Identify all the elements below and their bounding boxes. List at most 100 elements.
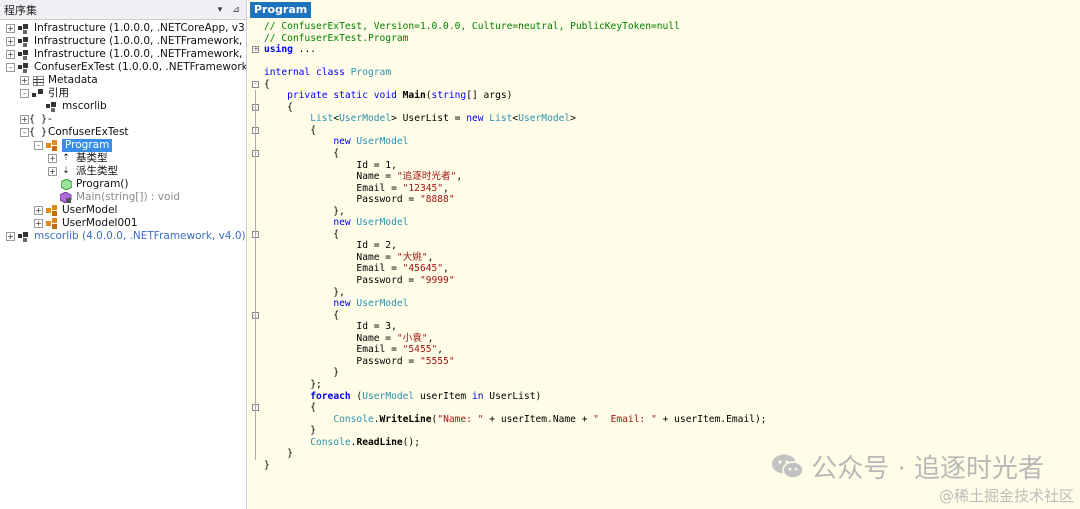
code-line: } bbox=[264, 459, 270, 471]
code-line: Id = 1, bbox=[264, 159, 397, 171]
tree-node-label: 派生类型 bbox=[76, 165, 118, 177]
assembly-explorer-header: 程序集 ▾ ⊿ bbox=[0, 0, 246, 20]
code-line: new UserModel bbox=[333, 217, 409, 229]
tree-node-label: mscorlib bbox=[62, 100, 107, 112]
code-line: Email = "12345", bbox=[264, 182, 449, 194]
tree-node-label: Infrastructure (1.0.0.0, .NETCoreApp, v3… bbox=[34, 22, 247, 34]
tree-node[interactable]: Program() bbox=[48, 178, 129, 191]
code-line: { bbox=[264, 124, 316, 136]
pin-icon[interactable]: ⊿ bbox=[230, 5, 242, 15]
expand-icon bbox=[48, 193, 57, 202]
tree-node-label: ConfuserExTest bbox=[48, 126, 129, 138]
code-line: // ConfuserExTest, Version=1.0.0.0, Cult… bbox=[264, 21, 680, 32]
code-line: Password = "5555" bbox=[264, 355, 455, 367]
code-line: }, bbox=[264, 286, 345, 298]
tab-program[interactable]: Program bbox=[250, 2, 312, 18]
expand-icon[interactable]: + bbox=[48, 167, 57, 176]
code-line: { bbox=[264, 228, 340, 240]
tree-node[interactable]: + UserModel bbox=[34, 204, 117, 217]
tree-node[interactable]: + Infrastructure (1.0.0.0, .NETFramework,… bbox=[6, 35, 246, 48]
code-line: { bbox=[264, 78, 270, 90]
watermark-main: 公众号 · 追逐时光者 bbox=[811, 454, 1044, 484]
code-line: internal class Program bbox=[264, 67, 392, 79]
tree-node[interactable]: + Infrastructure (1.0.0.0, .NETCoreApp, v… bbox=[6, 22, 247, 35]
assembly-explorer-panel: 程序集 ▾ ⊿ + Infrastructure (1.0.0.0, .NETCo… bbox=[0, 0, 247, 509]
tree-node[interactable]: + ⇣ 派生类型 bbox=[48, 165, 118, 178]
namespace-icon: { } bbox=[28, 127, 48, 138]
code-line: Name = "小袁", bbox=[264, 332, 434, 344]
tree-node[interactable]: - 引用 bbox=[20, 87, 69, 100]
expand-icon[interactable]: + bbox=[34, 206, 43, 215]
collapse-icon[interactable]: - bbox=[20, 89, 29, 98]
class-icon bbox=[46, 205, 58, 217]
collapse-region-icon[interactable]: - bbox=[252, 80, 259, 88]
tree-node[interactable]: + UserModel001 bbox=[34, 217, 138, 230]
tree-node[interactable]: - ConfuserExTest (1.0.0.0, .NETFramework,… bbox=[6, 61, 247, 74]
tree-node[interactable]: + Infrastructure (1.0.0.0, .NETFramework,… bbox=[6, 48, 246, 61]
expand-icon bbox=[34, 102, 43, 111]
tree-node[interactable]: +{ } - bbox=[20, 113, 52, 126]
code-line: { bbox=[264, 309, 340, 321]
code-line: Name = "大姚", bbox=[264, 251, 434, 263]
method-static-icon bbox=[60, 192, 72, 204]
tree-node-label: Program() bbox=[76, 178, 129, 190]
code-view-panel: Program +------- // ConfuserExTest, Vers… bbox=[248, 0, 1080, 509]
expand-icon[interactable]: + bbox=[6, 37, 15, 46]
tree-node[interactable]: -{ } ConfuserExTest bbox=[20, 126, 129, 139]
expand-icon bbox=[48, 180, 57, 189]
code-line: Email = "45645", bbox=[264, 263, 449, 275]
tree-node-label: ConfuserExTest (1.0.0.0, .NETFramework, … bbox=[34, 61, 247, 73]
method-icon bbox=[60, 179, 72, 191]
collapse-icon[interactable]: - bbox=[6, 63, 15, 72]
code-line: // ConfuserExTest.Program bbox=[264, 32, 409, 44]
outline-guide-line bbox=[255, 90, 256, 460]
expand-region-icon[interactable]: + bbox=[252, 46, 259, 54]
tree-node[interactable]: mscorlib bbox=[34, 100, 107, 113]
namespace-icon: { } bbox=[28, 114, 48, 125]
tree-node[interactable]: + Metadata bbox=[20, 74, 98, 87]
code-line: Console.ReadLine(); bbox=[310, 436, 420, 448]
code-line: new UserModel bbox=[333, 298, 409, 310]
tree-node[interactable]: Main(string[]) : void bbox=[48, 191, 180, 204]
dropdown-icon[interactable]: ▾ bbox=[214, 5, 226, 15]
code-line: { bbox=[264, 148, 340, 160]
code-editor[interactable]: // ConfuserExTest, Version=1.0.0.0, Cult… bbox=[264, 21, 767, 471]
code-line: Id = 3, bbox=[264, 321, 397, 333]
expand-icon[interactable]: + bbox=[20, 76, 29, 85]
code-line: { bbox=[264, 101, 293, 113]
code-line: Password = "9999" bbox=[264, 275, 455, 287]
expand-icon[interactable]: + bbox=[34, 219, 43, 228]
tree-node[interactable]: - Program bbox=[34, 139, 113, 152]
wechat-icon bbox=[772, 454, 804, 479]
code-line: Id = 2, bbox=[264, 240, 397, 252]
tree-node-label: Main(string[]) : void bbox=[76, 191, 181, 203]
tree-node-label: UserModel001 bbox=[62, 217, 138, 229]
code-line: Console.WriteLine("Name: " + userItem.Na… bbox=[333, 413, 767, 425]
assembly-icon bbox=[18, 23, 30, 35]
code-line: } bbox=[264, 448, 293, 460]
code-line: } bbox=[264, 425, 316, 437]
expand-icon[interactable]: + bbox=[6, 232, 15, 241]
assembly-icon bbox=[18, 49, 30, 61]
derived-types-icon: ⇣ bbox=[62, 166, 70, 176]
tree-node-label: 引用 bbox=[48, 87, 69, 99]
tree-node[interactable]: + ⇡ 基类型 bbox=[48, 152, 108, 165]
code-line: Name = "追逐时光者", bbox=[264, 171, 463, 183]
code-line: }, bbox=[264, 205, 345, 217]
tree-node-label: mscorlib (4.0.0.0, .NETFramework, v4.0) bbox=[34, 230, 246, 242]
assembly-icon bbox=[18, 36, 30, 48]
tree-node[interactable]: + mscorlib (4.0.0.0, .NETFramework, v4.0) bbox=[6, 230, 246, 243]
collapse-icon[interactable]: - bbox=[20, 128, 29, 137]
assembly-icon bbox=[46, 101, 58, 113]
expand-icon[interactable]: + bbox=[20, 115, 29, 124]
tree-node-label: Metadata bbox=[48, 74, 98, 86]
expand-icon[interactable]: + bbox=[6, 24, 15, 33]
tree-node-label: Program bbox=[62, 139, 113, 152]
tree-node-label: - bbox=[48, 113, 52, 125]
collapse-icon[interactable]: - bbox=[34, 141, 43, 150]
expand-icon[interactable]: + bbox=[48, 154, 57, 163]
expand-icon[interactable]: + bbox=[6, 50, 15, 59]
code-line: foreach (UserModel userItem in UserList) bbox=[310, 390, 542, 402]
metadata-icon bbox=[32, 75, 44, 87]
